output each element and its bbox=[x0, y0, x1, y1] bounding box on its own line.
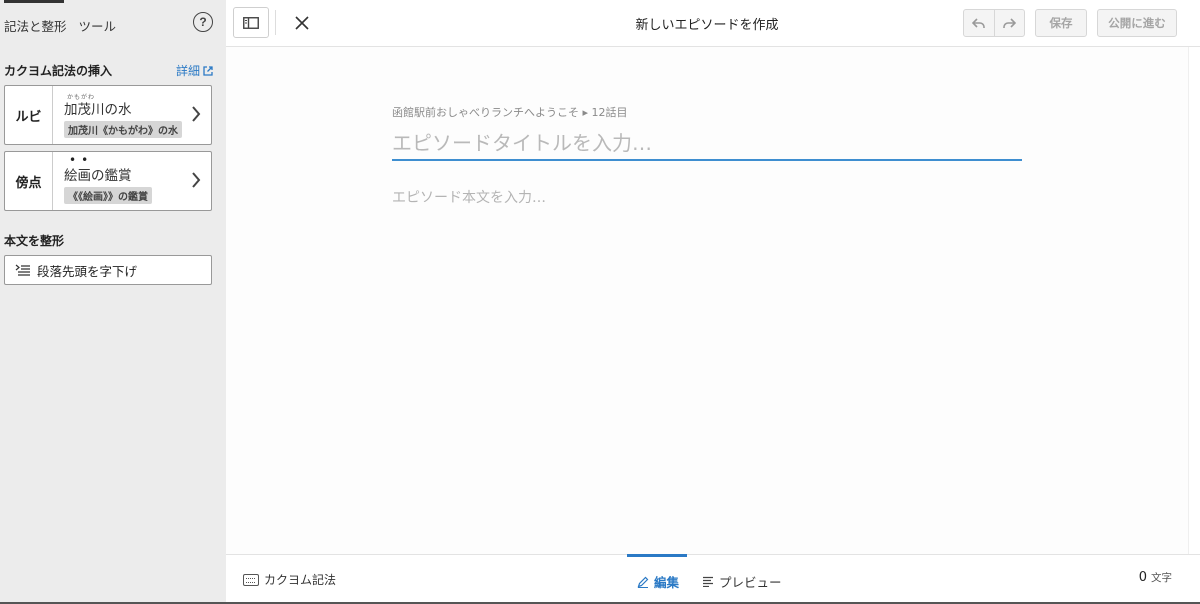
notation-toggle[interactable]: カクヨム記法 bbox=[243, 571, 336, 588]
tab-preview[interactable]: プレビュー bbox=[702, 572, 782, 591]
tab-edit[interactable]: 編集 bbox=[637, 572, 679, 591]
detail-link[interactable]: 詳細 bbox=[176, 62, 213, 79]
tab-edit-label: 編集 bbox=[654, 575, 680, 590]
ruby-insert-card[interactable]: ルビ かもがわ 加茂川の水 加茂川《かもがわ》の水 bbox=[4, 85, 212, 145]
footer-tab-indicator bbox=[627, 554, 687, 557]
sidebar: 記法と整形 ツール ? カクヨム記法の挿入 詳細 ルビ かもがわ 加茂川の水 加… bbox=[0, 0, 226, 604]
undo-redo-group bbox=[963, 9, 1025, 37]
indent-icon bbox=[15, 264, 30, 276]
active-tab-indicator bbox=[4, 0, 64, 3]
notation-toggle-label: カクヨム記法 bbox=[264, 573, 337, 587]
episode-title-input[interactable] bbox=[392, 127, 1022, 161]
undo-button[interactable] bbox=[964, 10, 994, 36]
character-count: 0 文字 bbox=[1139, 570, 1172, 585]
redo-button[interactable] bbox=[993, 10, 1025, 36]
editor-header: 新しいエピソードを作成 保存 公開に進む bbox=[226, 0, 1200, 47]
emphasis-code: 《《絵画》》の鑑賞 bbox=[64, 187, 152, 204]
editor-footer: カクヨム記法 編集 プレビュー 0 文字 bbox=[226, 554, 1200, 604]
chevron-right-icon bbox=[192, 172, 201, 188]
ruby-sample: 加茂川の水 bbox=[64, 102, 132, 118]
keyboard-icon bbox=[243, 573, 259, 586]
external-link-icon bbox=[203, 65, 213, 76]
pencil-icon bbox=[637, 576, 649, 588]
sidebar-tabs: 記法と整形 ツール bbox=[4, 12, 128, 38]
save-button[interactable]: 保存 bbox=[1035, 9, 1087, 37]
character-count-unit: 文字 bbox=[1151, 572, 1172, 584]
editor-area: 函館駅前おしゃべりランチへようこそ ▸ 12話目 bbox=[226, 47, 1188, 554]
format-section-title: 本文を整形 bbox=[4, 234, 65, 248]
help-button[interactable]: ? bbox=[193, 12, 213, 32]
episode-body-input[interactable] bbox=[392, 187, 1022, 487]
detail-link-label: 詳細 bbox=[176, 64, 201, 78]
redo-icon bbox=[1002, 17, 1016, 28]
indent-paragraph-button[interactable]: 段落先頭を字下げ bbox=[4, 255, 212, 285]
indent-paragraph-label: 段落先頭を字下げ bbox=[37, 264, 138, 279]
notation-section-title: カクヨム記法の挿入 bbox=[4, 64, 113, 78]
emphasis-insert-card[interactable]: 傍点 •• 絵画の鑑賞 《《絵画》》の鑑賞 bbox=[4, 151, 212, 211]
tab-tools[interactable]: ツール bbox=[79, 16, 117, 35]
undo-icon bbox=[972, 17, 986, 28]
publish-button[interactable]: 公開に進む bbox=[1097, 9, 1177, 37]
emphasis-label: 傍点 bbox=[5, 152, 53, 210]
ruby-code: 加茂川《かもがわ》の水 bbox=[64, 121, 182, 138]
scrollbar[interactable] bbox=[1188, 47, 1200, 554]
tab-preview-label: プレビュー bbox=[719, 575, 782, 590]
ruby-label: ルビ bbox=[5, 86, 53, 144]
episode-breadcrumb: 函館駅前おしゃべりランチへようこそ ▸ 12話目 bbox=[392, 106, 628, 119]
chevron-right-icon bbox=[192, 106, 201, 122]
character-count-value: 0 bbox=[1138, 570, 1147, 585]
emphasis-sample: 絵画の鑑賞 bbox=[64, 168, 132, 184]
text-lines-icon bbox=[703, 576, 713, 587]
tab-notation-format[interactable]: 記法と整形 bbox=[4, 16, 67, 35]
